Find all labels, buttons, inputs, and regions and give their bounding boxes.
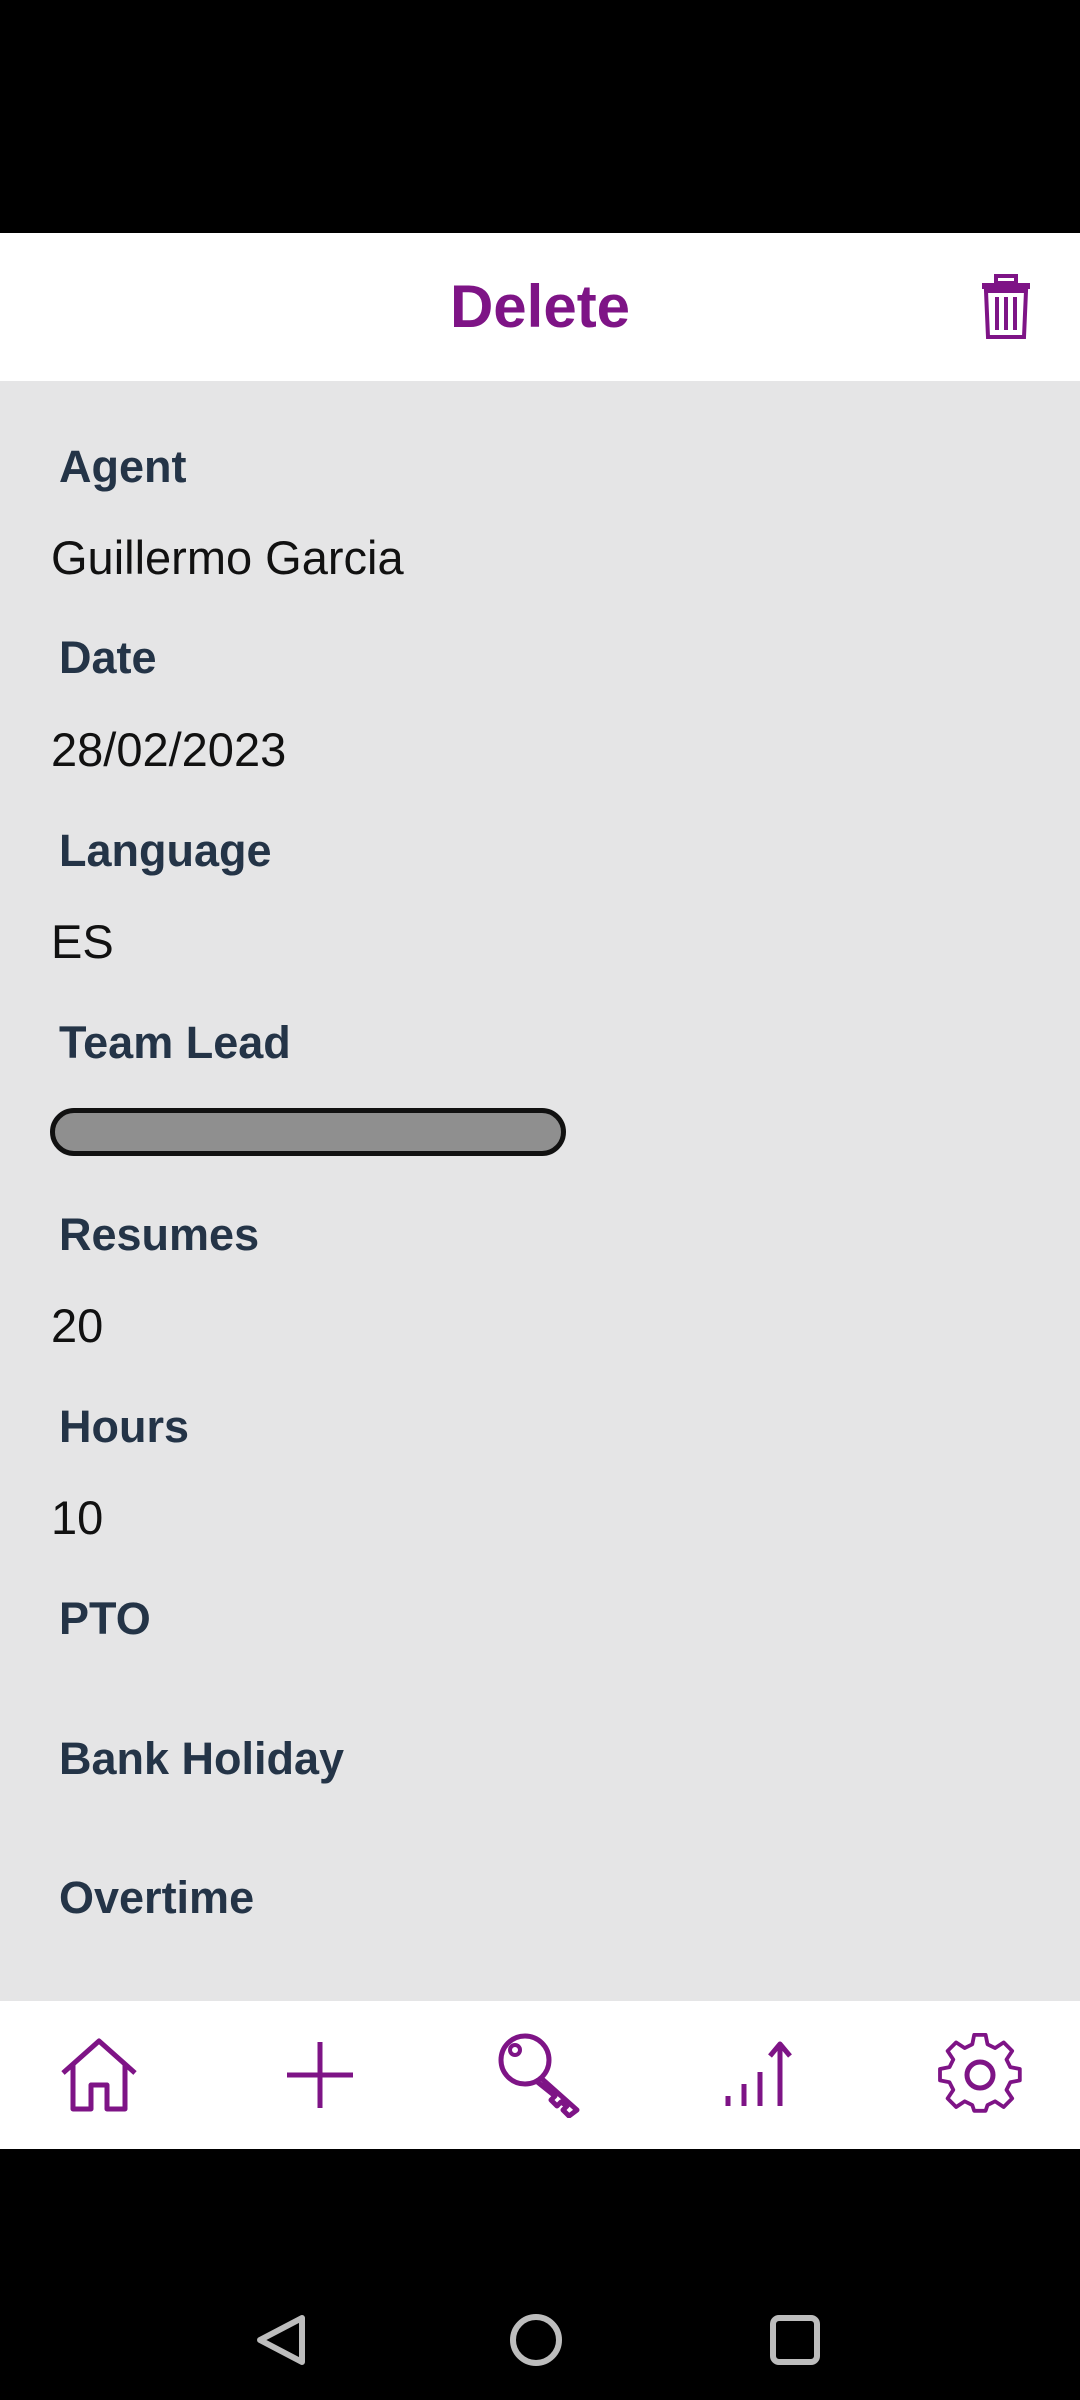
delete-button[interactable] (968, 269, 1044, 345)
key-icon (498, 2033, 580, 2118)
resumes-label: Resumes (59, 1209, 260, 1260)
back-icon (257, 2315, 305, 2365)
hours-label: Hours (59, 1401, 190, 1452)
form-content: Agent Guillermo Garcia Date 28/02/2023 L… (0, 381, 1080, 2001)
hours-value: 10 (51, 1491, 104, 1544)
team-lead-label: Team Lead (59, 1017, 291, 1068)
chart-icon (725, 2041, 792, 2106)
bottom-nav (0, 2001, 1080, 2149)
bank-holiday-label: Bank Holiday (59, 1733, 345, 1784)
nav-settings-button[interactable] (930, 2025, 1030, 2125)
system-home-button[interactable] (501, 2305, 571, 2375)
plus-icon (287, 2042, 353, 2108)
trash-icon (982, 274, 1030, 339)
status-bar (0, 0, 1080, 233)
page-title: Delete (449, 273, 631, 340)
nav-stats-button[interactable] (710, 2025, 810, 2125)
date-label: Date (59, 632, 157, 683)
agent-label: Agent (59, 441, 187, 492)
agent-value: Guillermo Garcia (51, 531, 404, 584)
resumes-value: 20 (51, 1299, 104, 1352)
language-label: Language (59, 825, 272, 876)
header: Delete (0, 233, 1080, 381)
date-value: 28/02/2023 (51, 723, 287, 776)
nav-key-button[interactable] (490, 2025, 590, 2125)
home-icon (61, 2038, 137, 2112)
home-circle-icon (510, 2314, 562, 2366)
team-lead-field[interactable] (50, 1108, 566, 1156)
overtime-label: Overtime (59, 1872, 255, 1923)
recents-icon (770, 2315, 820, 2365)
nav-home-button[interactable] (49, 2025, 149, 2125)
language-value: ES (51, 915, 114, 968)
nav-add-button[interactable] (270, 2025, 370, 2125)
gear-icon (938, 2033, 1022, 2113)
system-back-button[interactable] (245, 2305, 315, 2375)
system-recents-button[interactable] (760, 2305, 830, 2375)
pto-label: PTO (59, 1593, 151, 1644)
